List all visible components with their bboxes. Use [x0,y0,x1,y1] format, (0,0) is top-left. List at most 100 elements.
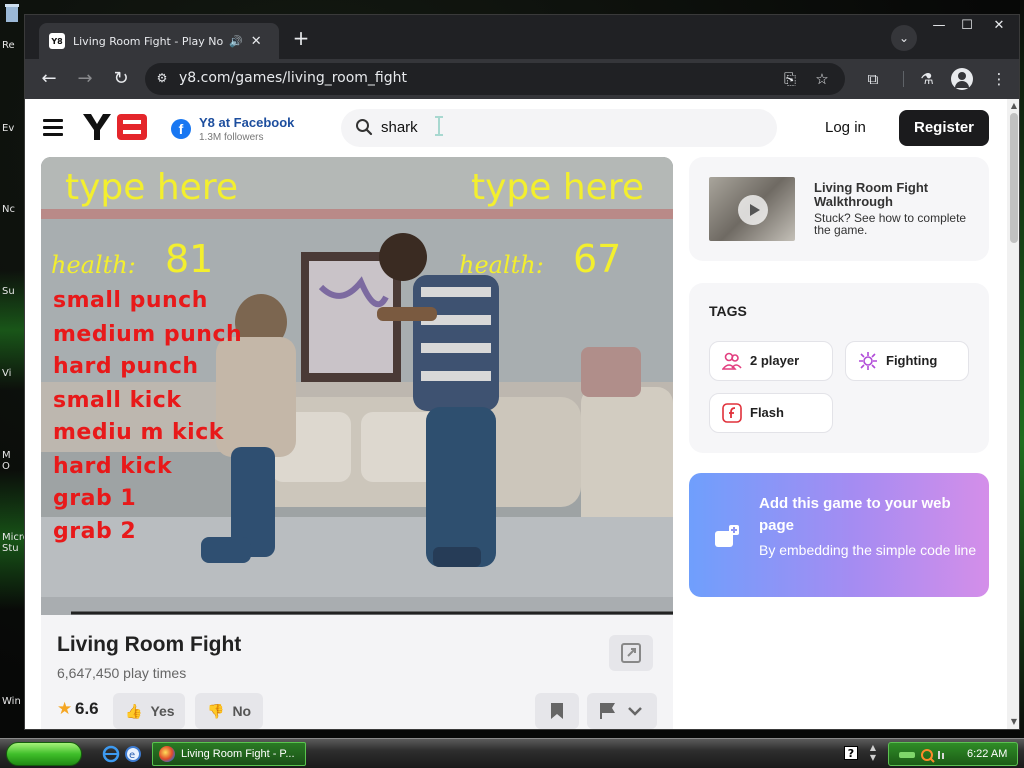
desktop-icon-label[interactable]: Win [2,696,21,707]
move-small-punch: small punch [53,288,208,313]
move-medium-punch: medium punch [53,322,243,347]
like-button[interactable]: 👍 Yes [113,693,185,729]
tab-search-button[interactable]: ⌄ [891,25,917,51]
help-icon[interactable]: ? [844,746,858,760]
toolbar-divider [903,71,904,87]
login-link[interactable]: Log in [825,119,866,136]
y8-logo[interactable] [81,111,151,143]
forward-icon[interactable]: → [73,67,97,91]
tab-living-room-fight[interactable]: Y8 Living Room Fight - Play Now 🔊 ✕ [39,23,279,59]
desktop-icon-label[interactable]: Nc [2,204,15,215]
fullscreen-button[interactable] [609,635,653,671]
back-icon[interactable]: ← [37,67,61,91]
start-button[interactable] [6,742,82,766]
p2-type-prompt[interactable]: type here [471,167,644,208]
move-grab-2: grab 2 [53,519,137,544]
system-tray: 6:22 AM [888,742,1018,766]
taskbar: e Living Room Fight - P... ? ▲ ▼ 6:22 AM [0,738,1024,768]
desktop-icon-label[interactable]: Micro Stu [2,532,29,554]
move-small-kick: small kick [53,388,182,413]
p1-type-prompt[interactable]: type here [65,167,238,208]
flash-icon [722,403,742,423]
desktop-icon-label[interactable]: M O [2,450,16,472]
facebook-title[interactable]: Y8 at Facebook [199,115,294,130]
internet-explorer-icon[interactable]: e [124,745,142,763]
web-page: f Y8 at Facebook 1.3M followers shark Lo… [25,99,1007,729]
site-settings-icon[interactable]: ⚙ [153,71,171,87]
flag-icon [600,703,642,719]
taskbar-chrome-button[interactable]: Living Room Fight - P... [152,742,306,766]
facebook-followers: 1.3M followers [199,132,264,143]
speaker-icon[interactable]: 🔊 [229,35,243,48]
tag-label: Fighting [886,353,938,368]
report-button[interactable] [587,693,657,729]
search-value[interactable]: shark [381,119,418,136]
game-title: Living Room Fight [57,633,242,656]
play-count: 6,647,450 play times [57,665,187,681]
scroll-down-arrow[interactable]: ▼ [1007,715,1019,729]
register-button[interactable]: Register [899,110,989,146]
walkthrough-title[interactable]: Living Room Fight Walkthrough [814,181,974,209]
profile-avatar-icon[interactable] [951,68,973,90]
game-canvas[interactable]: type here type here health: 81 health: 6… [41,157,673,615]
svg-text:e: e [129,750,135,761]
text-cursor-icon [435,116,443,136]
install-app-icon[interactable]: ⎘ [779,69,801,89]
scrollbar-thumb[interactable] [1010,113,1018,243]
dislike-button[interactable]: 👎 No [195,693,263,729]
reload-icon[interactable]: ↻ [109,67,133,91]
search-icon [356,119,373,136]
embed-desc: By embedding the simple code line [759,542,977,558]
move-medium-kick: mediu m kick [53,420,224,445]
new-tab-button[interactable]: + [289,27,313,51]
living-room-scene [41,157,673,615]
walkthrough-card[interactable]: Living Room Fight Walkthrough Stuck? See… [689,157,989,261]
recycle-bin-icon[interactable] [0,2,24,26]
p2-health-value: 67 [573,237,622,281]
clock[interactable]: 6:22 AM [967,748,1007,760]
maximize-button[interactable]: ☐ [951,15,983,37]
close-window-button[interactable]: ✕ [983,15,1015,37]
move-hard-kick: hard kick [53,454,173,479]
dislike-label: No [232,703,252,719]
hamburger-menu-icon[interactable] [43,119,63,136]
extensions-icon[interactable]: ⧉ [861,67,885,91]
y8-favicon-icon: Y8 [49,33,65,49]
taskbar-task-label: Living Room Fight - P... [181,748,295,760]
expand-icon [621,643,641,663]
url-text[interactable]: y8.com/games/living_room_fight [179,70,407,86]
more-menu-icon[interactable]: ⋮ [987,67,1011,91]
desktop-icon-label[interactable]: Re [2,40,15,51]
fighting-icon [859,352,877,370]
page-scrollbar[interactable]: ▲ ▼ [1007,99,1019,729]
desktop-icon-label[interactable]: Vi [2,368,11,379]
bookmark-button[interactable] [535,693,579,729]
scroll-up-arrow[interactable]: ▲ [1007,99,1019,113]
embed-title: Add this game to your web page [759,495,951,534]
browser-toolbar: ← → ↻ ⚙ y8.com/games/living_room_fight ⎘… [25,59,1019,99]
desktop-icon-label[interactable]: Su [2,286,15,297]
labs-flask-icon[interactable]: ⚗ [915,67,939,91]
star-icon: ★ [57,699,73,718]
desktop-icons: Re Ev Nc Su Vi M O Micro Stu Win [0,0,29,738]
thumbs-up-icon: 👍 [125,703,143,719]
desktop-icon-label[interactable]: Ev [2,123,14,134]
walkthrough-thumbnail[interactable] [709,177,795,241]
tray-icons[interactable] [897,747,947,763]
tag-fighting[interactable]: Fighting [845,341,969,381]
tag-flash[interactable]: Flash [709,393,833,433]
address-bar[interactable]: ⚙ y8.com/games/living_room_fight ⎘ ☆ [145,63,845,95]
like-label: Yes [150,703,175,719]
move-grab-1: grab 1 [53,486,137,511]
game-info-panel: Living Room Fight 6,647,450 play times ★… [41,615,673,729]
tab-close-icon[interactable]: ✕ [251,34,262,49]
internet-explorer-icon[interactable] [102,745,120,763]
embed-game-card[interactable]: Add this game to your web page By embedd… [689,473,989,597]
two-player-icon [722,352,742,370]
tag-2-player[interactable]: 2 player [709,341,833,381]
p1-health-value: 81 [165,237,214,281]
search-input[interactable]: shark [341,109,777,147]
move-hard-punch: hard punch [53,354,199,379]
bookmark-star-icon[interactable]: ☆ [811,69,833,89]
tray-arrows-icon[interactable]: ▲ ▼ [866,743,880,765]
